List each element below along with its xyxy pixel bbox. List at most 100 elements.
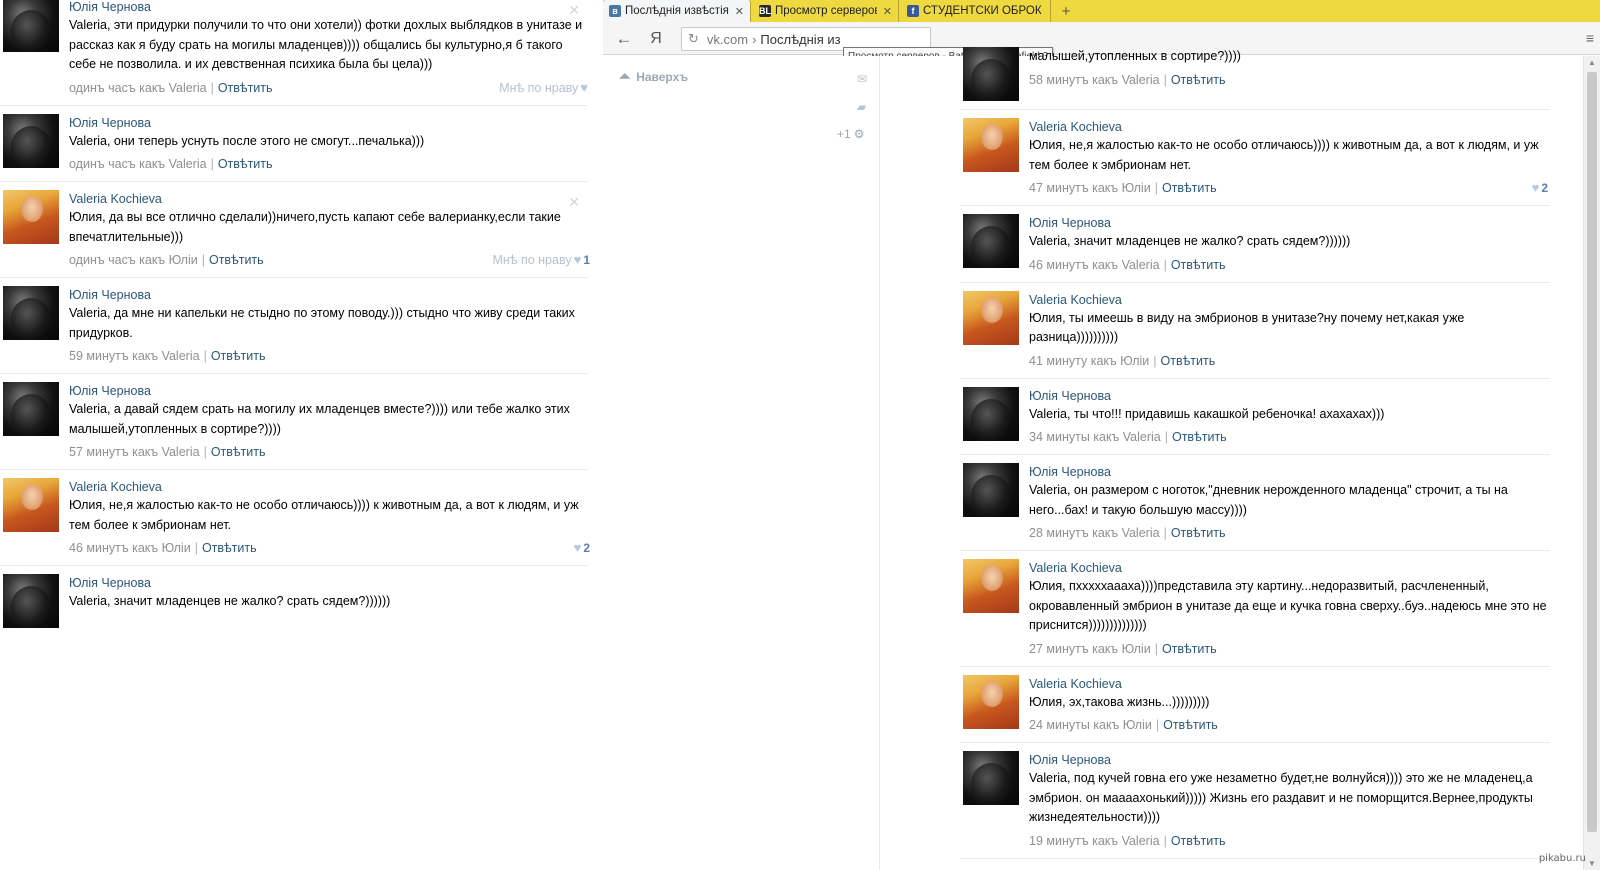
reply-link[interactable]: Отвѣтить: [218, 79, 273, 97]
meta-separator: |: [1154, 641, 1158, 656]
gear-icon[interactable]: ⚙: [854, 127, 865, 141]
comment-author[interactable]: Юлія Чернова: [69, 286, 590, 304]
meta-separator: |: [1164, 430, 1168, 444]
meta-separator: |: [210, 157, 214, 171]
reply-link[interactable]: Отвѣтить: [1162, 179, 1217, 197]
comment-time[interactable]: 28 минутъ какъ Valeria: [1029, 524, 1160, 542]
comment-author[interactable]: Valeria Kochieva: [1029, 291, 1548, 309]
meta-separator: |: [1163, 257, 1167, 272]
comment-time[interactable]: одинъ часъ какъ Valeria: [69, 155, 207, 173]
comment-time[interactable]: 59 минутъ какъ Valeria: [69, 347, 200, 365]
tab-facebook-group[interactable]: f СТУДЕНТСКИ ОБРОК: [901, 0, 1051, 22]
reply-link[interactable]: Отвѣтить: [211, 443, 266, 461]
mail-icon[interactable]: ✉: [857, 72, 867, 86]
yandex-icon[interactable]: Я: [647, 28, 665, 50]
reply-link[interactable]: Отвѣтить: [1161, 352, 1216, 370]
reply-link[interactable]: Отвѣтить: [1171, 832, 1226, 850]
reply-link[interactable]: Отвѣтить: [1163, 716, 1218, 734]
comment-author[interactable]: Юлія Чернова: [1029, 387, 1548, 405]
avatar[interactable]: [3, 113, 59, 168]
meta-separator: |: [1163, 833, 1167, 848]
scroll-to-top-button[interactable]: ⏶ Наверхъ: [619, 68, 688, 85]
like-button[interactable]: ♥ 2: [1530, 179, 1548, 197]
new-tab-button[interactable]: +: [1055, 0, 1077, 22]
right-comment: малышей,утопленных в сортире?)))) 58 мин…: [960, 39, 1550, 110]
avatar[interactable]: [963, 559, 1019, 613]
reply-link[interactable]: Отвѣтить: [209, 251, 264, 269]
tab-vk-news[interactable]: в Послѣднія извѣстія ✕: [603, 0, 751, 22]
comment-time[interactable]: 57 минутъ какъ Valeria: [69, 443, 200, 461]
comment-time[interactable]: 58 минутъ какъ Valeria: [1029, 71, 1160, 89]
avatar[interactable]: [963, 386, 1019, 441]
avatar[interactable]: [963, 463, 1019, 517]
avatar[interactable]: [963, 674, 1019, 729]
avatar[interactable]: [963, 290, 1019, 345]
comment-author[interactable]: Юлія Чернова: [69, 114, 590, 132]
comment-author[interactable]: Юлія Чернова: [69, 382, 590, 400]
tab-battlelog[interactable]: BL Просмотр серверов - ✕: [753, 0, 899, 22]
avatar[interactable]: [3, 478, 59, 532]
close-tab-icon[interactable]: ✕: [735, 5, 744, 18]
avatar[interactable]: [963, 47, 1019, 101]
comment-time[interactable]: одинъ часъ какъ Юліи: [69, 251, 198, 269]
reply-link[interactable]: Отвѣтить: [1171, 256, 1226, 274]
tab-bar: в Послѣднія извѣстія ✕ BL Просмотр серве…: [603, 0, 1600, 22]
reply-link[interactable]: Отвѣтить: [1162, 640, 1217, 658]
chat-icon[interactable]: ▰: [857, 100, 866, 114]
comment-time[interactable]: 27 минутъ какъ Юліи: [1029, 640, 1151, 658]
menu-icon[interactable]: ≡: [1586, 30, 1594, 46]
comment-author[interactable]: Valeria Kochieva: [1029, 675, 1548, 693]
left-comment: Юлія Чернова Valeria, они теперь уснуть …: [0, 106, 600, 182]
comment-time[interactable]: 24 минуты какъ Юліи: [1029, 716, 1152, 734]
like-button[interactable]: ♥ 2: [572, 539, 590, 557]
back-arrow-icon[interactable]: ←: [613, 28, 635, 50]
reply-link[interactable]: Отвѣтить: [1171, 71, 1226, 89]
reply-link[interactable]: Отвѣтить: [218, 155, 273, 173]
comment-time[interactable]: 41 минуту какъ Юліи: [1029, 352, 1149, 370]
comment-author[interactable]: Valeria Kochieva: [69, 478, 590, 496]
scrollbar[interactable]: ▲ ▼: [1583, 56, 1600, 870]
avatar[interactable]: [3, 0, 59, 52]
reply-link[interactable]: Отвѣтить: [202, 539, 257, 557]
scroll-down-icon[interactable]: ▼: [1588, 859, 1596, 868]
comment-author[interactable]: Valeria Kochieva: [1029, 559, 1548, 577]
right-comment-list: малышей,утопленных в сортире?)))) 58 мин…: [960, 39, 1550, 859]
meta-separator: |: [194, 541, 198, 555]
comment-author[interactable]: Юлія Чернова: [1029, 463, 1548, 481]
comment-author[interactable]: Юлія Чернова: [69, 574, 590, 592]
comment-author[interactable]: Юлія Чернова: [1029, 751, 1548, 769]
reload-icon[interactable]: ↻: [688, 31, 699, 47]
scroll-up-icon[interactable]: ▲: [1588, 58, 1596, 67]
comment-author[interactable]: Юлія Чернова: [1029, 214, 1548, 232]
comment-author[interactable]: Valeria Kochieva: [1029, 118, 1548, 136]
plus-one-label: +1: [837, 127, 851, 141]
like-button[interactable]: Мнѣ по нраву ♥ 1: [493, 251, 590, 269]
scrollbar-thumb[interactable]: [1587, 72, 1597, 832]
comment-time[interactable]: 34 минуты какъ Valeria: [1029, 428, 1161, 446]
avatar[interactable]: [3, 190, 59, 244]
comment-author[interactable]: Юлія Чернова: [69, 0, 590, 16]
comment-text: Valeria, значит младенцев не жалко? срат…: [1029, 234, 1351, 248]
comment-time[interactable]: одинъ часъ какъ Valeria: [69, 79, 207, 97]
delete-comment-icon[interactable]: ✕: [568, 194, 580, 211]
comment-time[interactable]: 47 минутъ какъ Юліи: [1029, 179, 1151, 197]
like-button[interactable]: Мнѣ по нраву ♥: [499, 79, 590, 97]
avatar[interactable]: [3, 382, 59, 436]
meta-separator: |: [1154, 181, 1158, 195]
left-comment: Valeria Kochieva Юлия, да вы все отлично…: [0, 182, 600, 278]
delete-comment-icon[interactable]: ✕: [568, 2, 580, 19]
close-tab-icon[interactable]: ✕: [883, 5, 892, 18]
comment-time[interactable]: 46 минутъ какъ Юліи: [69, 539, 191, 557]
avatar[interactable]: [963, 751, 1019, 805]
avatar[interactable]: [963, 214, 1019, 268]
comment-author[interactable]: Valeria Kochieva: [69, 190, 590, 208]
online-counter[interactable]: +1 ⚙: [837, 127, 864, 141]
avatar[interactable]: [3, 286, 59, 340]
avatar[interactable]: [3, 574, 59, 628]
reply-link[interactable]: Отвѣтить: [211, 347, 266, 365]
avatar[interactable]: [963, 118, 1019, 172]
comment-time[interactable]: 46 минутъ какъ Valeria: [1029, 256, 1160, 274]
reply-link[interactable]: Отвѣтить: [1172, 428, 1227, 446]
comment-time[interactable]: 19 минутъ какъ Valeria: [1029, 832, 1160, 850]
reply-link[interactable]: Отвѣтить: [1171, 524, 1226, 542]
